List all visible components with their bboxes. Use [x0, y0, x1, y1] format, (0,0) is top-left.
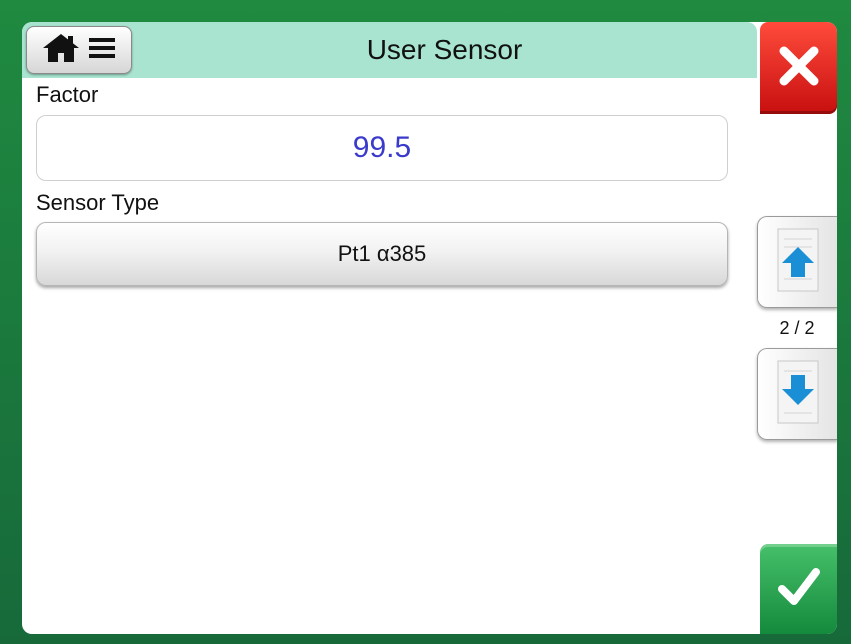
- home-menu-button[interactable]: [26, 26, 132, 74]
- page-title: User Sensor: [366, 34, 523, 65]
- checkmark-icon: [776, 564, 822, 615]
- close-button[interactable]: [760, 22, 837, 114]
- title-bar: User Sensor: [22, 22, 757, 78]
- page-up-button[interactable]: [757, 216, 837, 308]
- factor-label: Factor: [36, 82, 99, 107]
- sensor-type-button[interactable]: Pt1 α385: [36, 222, 728, 286]
- menu-icon: [87, 35, 117, 66]
- screen: User Sensor Factor 99.5 Sensor Type Pt1 …: [22, 22, 837, 634]
- page-indicator: 2 / 2: [779, 318, 815, 338]
- page-down-button[interactable]: [757, 348, 837, 440]
- home-icon: [41, 32, 81, 69]
- page-down-icon: [774, 359, 822, 430]
- sensor-type-label: Sensor Type: [36, 190, 160, 215]
- accept-button[interactable]: [760, 544, 837, 634]
- page-up-icon: [774, 227, 822, 298]
- factor-field[interactable]: 99.5: [36, 115, 728, 181]
- close-icon: [776, 43, 822, 94]
